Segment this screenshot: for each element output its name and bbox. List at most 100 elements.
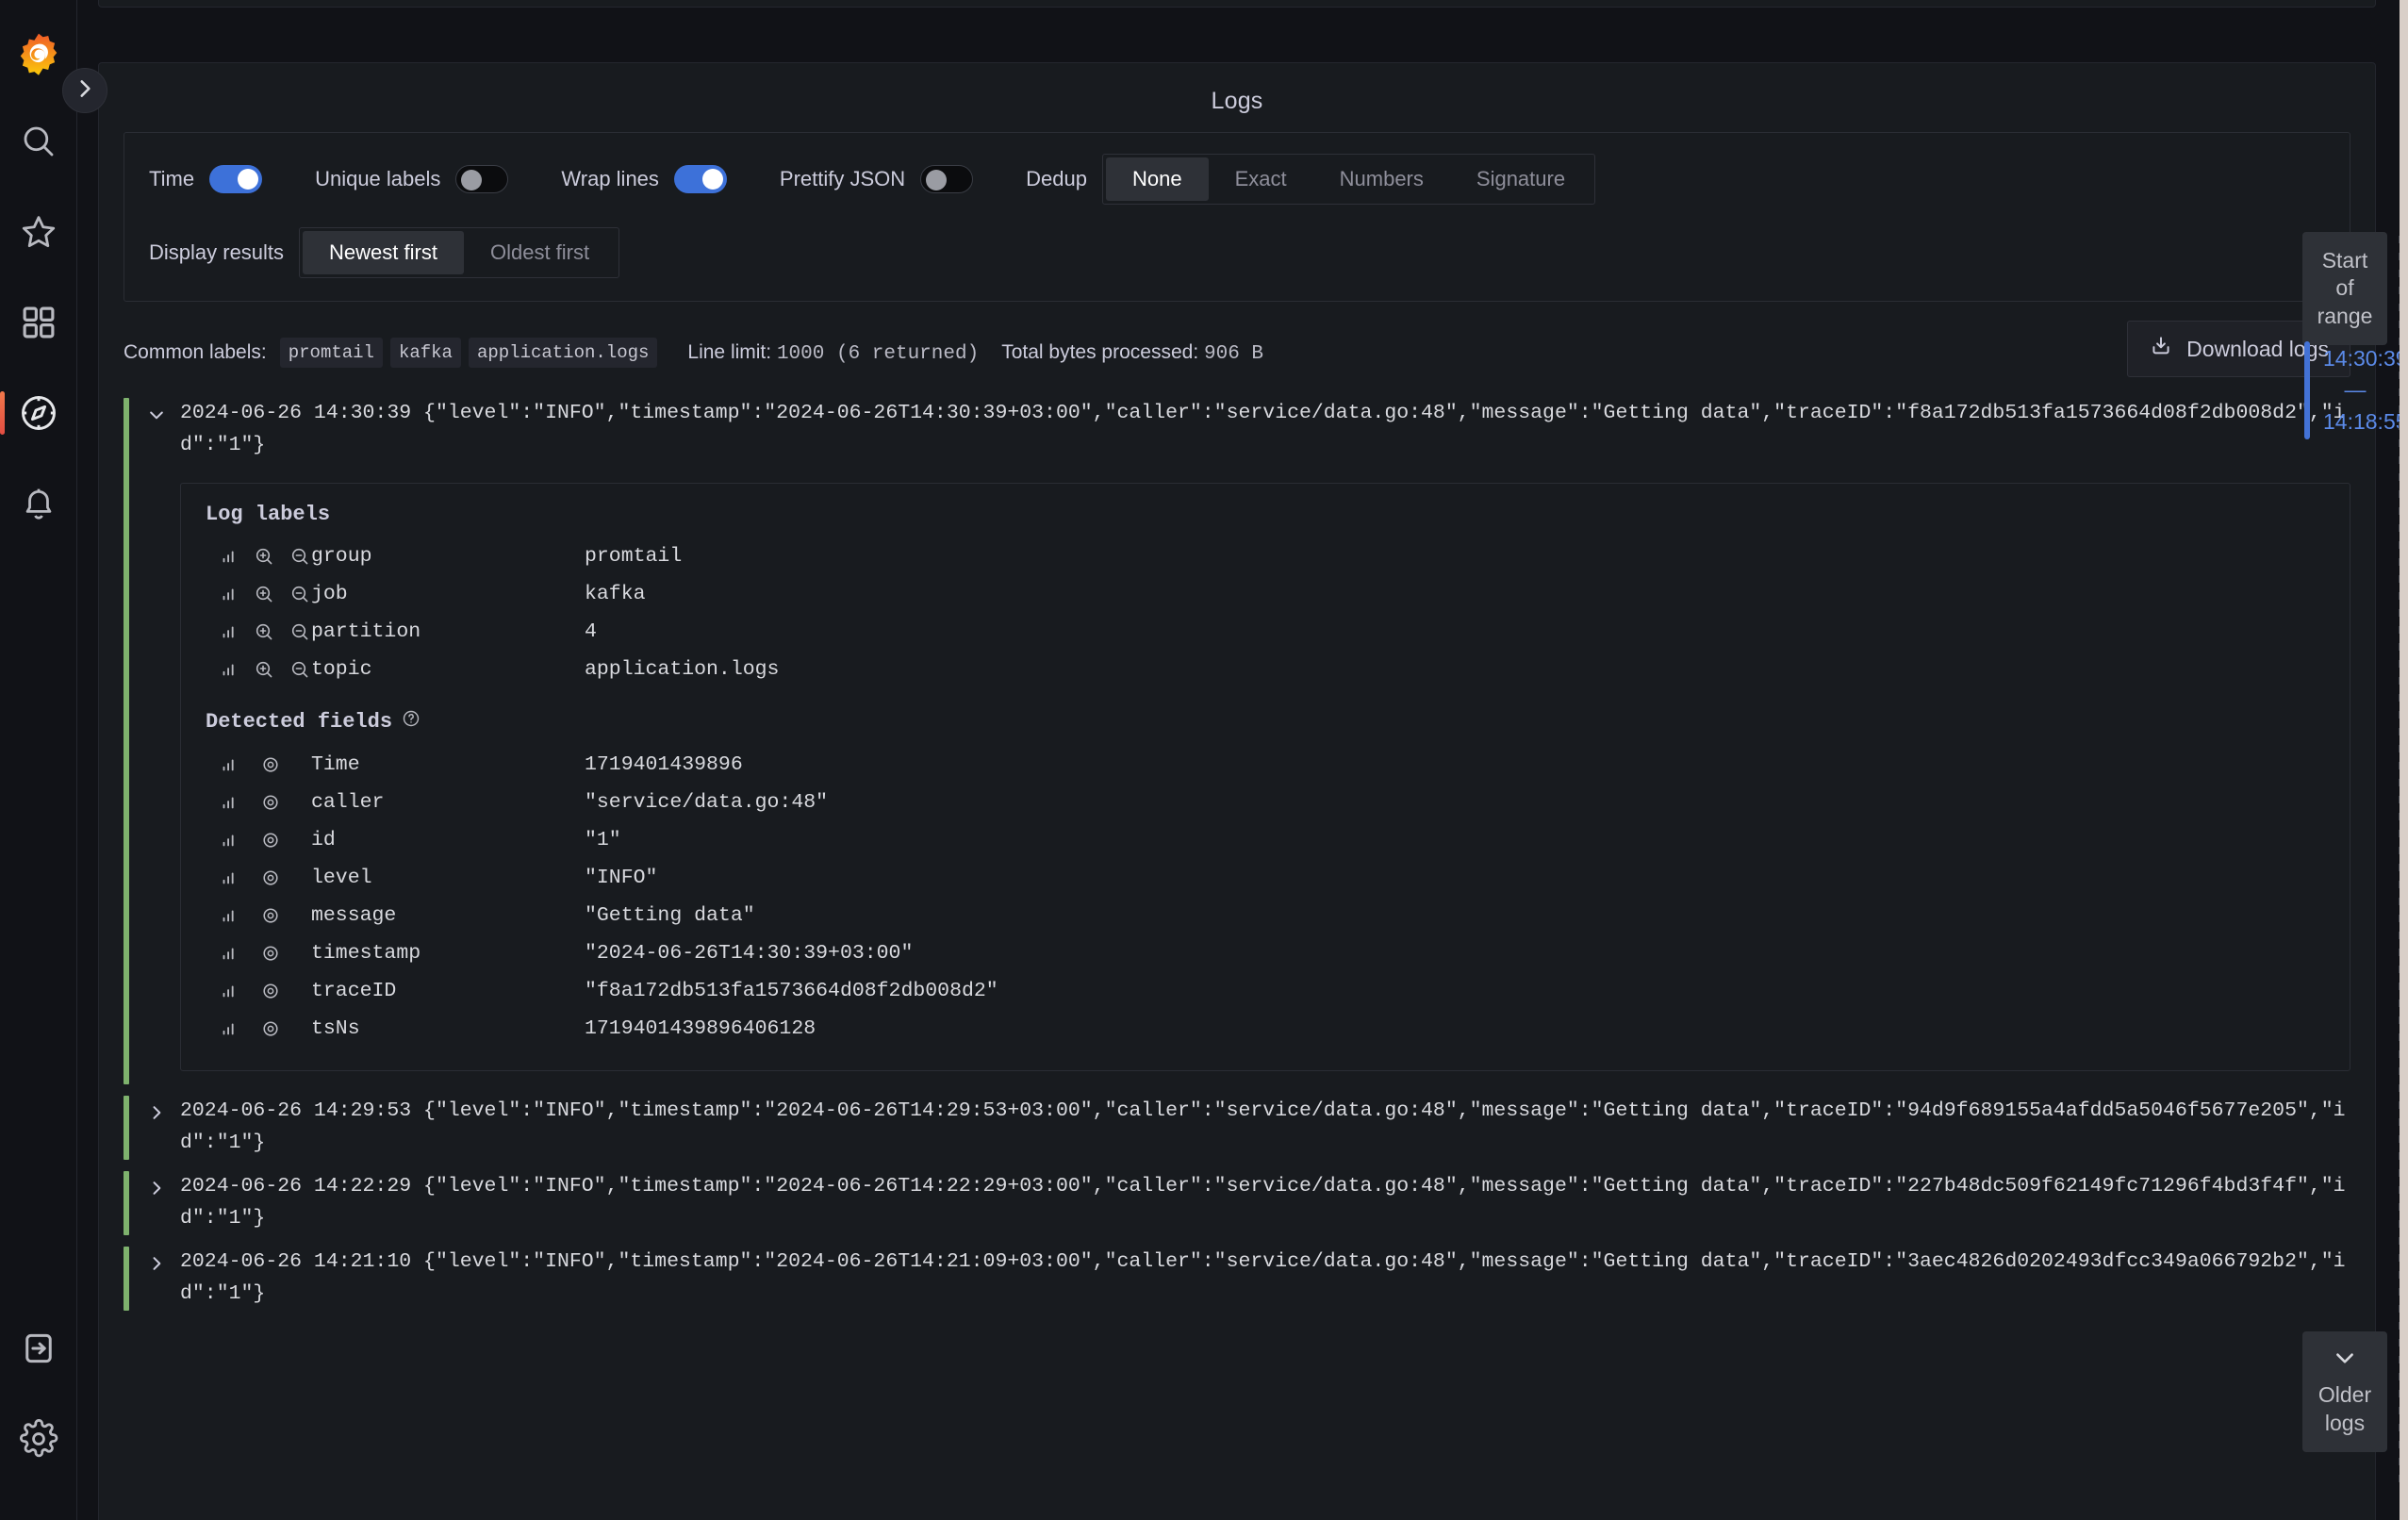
total-bytes-meta: Total bytes processed: 906 B xyxy=(1001,341,1263,365)
detected-field-actions xyxy=(206,1018,311,1039)
toggle-time[interactable]: Time xyxy=(149,165,263,193)
detected-field-value: "Getting data" xyxy=(585,903,755,927)
stats-icon[interactable] xyxy=(219,584,239,604)
stats-icon[interactable] xyxy=(219,792,239,813)
toggle-wrap-lines[interactable]: Wrap lines xyxy=(561,165,727,193)
eye-icon[interactable] xyxy=(260,905,281,926)
log-expand-toggle[interactable] xyxy=(146,1096,167,1127)
zoom-out-icon[interactable] xyxy=(289,545,311,568)
zoom-out-icon[interactable] xyxy=(289,658,311,681)
log-expand-toggle[interactable] xyxy=(146,1171,167,1202)
log-entry-body: 2024-06-26 14:29:53 {"level":"INFO","tim… xyxy=(167,1096,2350,1160)
toggle-time-switch[interactable] xyxy=(209,165,263,193)
stats-icon[interactable] xyxy=(219,754,239,775)
chevron-down-icon xyxy=(2316,1347,2374,1374)
stats-icon[interactable] xyxy=(219,546,239,567)
log-label-actions xyxy=(206,545,311,568)
sidebar-item-alerting[interactable] xyxy=(0,458,77,549)
eye-icon[interactable] xyxy=(260,792,281,813)
dedup-option-exact[interactable]: Exact xyxy=(1209,157,1313,201)
zoom-out-icon[interactable] xyxy=(289,620,311,643)
display-results-option-oldest-first[interactable]: Oldest first xyxy=(464,231,616,274)
dedup-radio-group[interactable]: None Exact Numbers Signature xyxy=(1102,154,1596,205)
eye-icon[interactable] xyxy=(260,830,281,851)
zoom-out-icon[interactable] xyxy=(289,583,311,605)
log-message: {"level":"INFO","timestamp":"2024-06-26T… xyxy=(180,1099,2346,1154)
toggle-prettify-json-switch[interactable] xyxy=(920,165,974,193)
sidebar-nav xyxy=(0,0,77,1520)
time-range-marker[interactable]: 14:30:39 — 14:18:55 xyxy=(2304,341,2408,440)
dedup-option-signature[interactable]: Signature xyxy=(1450,157,1592,201)
detected-field-key: message xyxy=(311,903,397,927)
eye-icon[interactable] xyxy=(260,1018,281,1039)
older-logs-button[interactable]: Older logs xyxy=(2302,1330,2387,1452)
start-of-range-button[interactable]: Start of range xyxy=(2302,232,2387,346)
log-label-row: partition 4 xyxy=(206,613,2325,651)
eye-icon[interactable] xyxy=(260,867,281,888)
log-row[interactable]: 2024-06-26 14:22:29 {"level":"INFO","tim… xyxy=(124,1165,2350,1241)
range-times: 14:30:39 — 14:18:55 xyxy=(2323,341,2408,439)
stats-icon[interactable] xyxy=(219,867,239,888)
stats-icon[interactable] xyxy=(219,659,239,680)
log-expand-toggle[interactable] xyxy=(146,1247,167,1278)
log-label-actions xyxy=(206,658,311,681)
detected-fields-header: Detected fields xyxy=(206,709,2325,735)
sidebar-item-explore[interactable] xyxy=(0,368,77,458)
expand-sidebar-button[interactable] xyxy=(62,68,107,113)
total-bytes-label: Total bytes processed: xyxy=(1001,340,1199,363)
detected-field-value: "f8a172db513fa1573664d08f2db008d2" xyxy=(585,979,998,1002)
common-label-chip[interactable]: kafka xyxy=(389,338,461,368)
toggle-wrap-lines-switch[interactable] xyxy=(673,165,727,193)
detected-field-key: level xyxy=(311,866,372,889)
display-results-radio-group[interactable]: Newest first Oldest first xyxy=(299,227,620,278)
toggle-prettify-json[interactable]: Prettify JSON xyxy=(780,165,974,193)
stats-icon[interactable] xyxy=(219,943,239,964)
log-level-indicator xyxy=(124,398,129,1084)
zoom-in-icon[interactable] xyxy=(253,583,275,605)
sidebar-item-configuration[interactable] xyxy=(0,1394,77,1484)
sign-in-icon xyxy=(19,1329,58,1368)
sidebar-item-starred[interactable] xyxy=(0,187,77,277)
stats-icon[interactable] xyxy=(219,1018,239,1039)
detected-field-value: "service/data.go:48" xyxy=(585,790,829,814)
toggle-unique-labels-switch[interactable] xyxy=(455,165,509,193)
eye-icon[interactable] xyxy=(260,943,281,964)
dedup-group: Dedup None Exact Numbers Signature xyxy=(1026,154,1596,205)
zoom-in-icon[interactable] xyxy=(253,620,275,643)
log-entry-body: 2024-06-26 14:21:10 {"level":"INFO","tim… xyxy=(167,1247,2350,1311)
display-results-option-newest-first[interactable]: Newest first xyxy=(303,231,464,274)
common-label-chip[interactable]: application.logs xyxy=(468,338,658,368)
sidebar-item-dashboards[interactable] xyxy=(0,277,77,368)
search-icon xyxy=(19,122,58,161)
detected-field-key: tsNs xyxy=(311,1016,360,1040)
eye-icon[interactable] xyxy=(260,981,281,1001)
detected-field-value: 1719401439896 xyxy=(585,752,743,776)
eye-icon[interactable] xyxy=(260,754,281,775)
stats-icon[interactable] xyxy=(219,905,239,926)
log-label-value: promtail xyxy=(585,544,683,568)
zoom-in-icon[interactable] xyxy=(253,658,275,681)
sidebar-item-sign-in[interactable] xyxy=(0,1303,77,1394)
log-row[interactable]: 2024-06-26 14:21:10 {"level":"INFO","tim… xyxy=(124,1241,2350,1316)
zoom-in-icon[interactable] xyxy=(253,545,275,568)
detected-field-value: "1" xyxy=(585,828,621,851)
stats-icon[interactable] xyxy=(219,830,239,851)
detected-field-row: Time 1719401439896 xyxy=(206,746,2325,784)
log-label-key: job xyxy=(311,582,348,605)
log-expand-toggle[interactable] xyxy=(146,398,167,429)
apps-grid-icon xyxy=(19,303,58,342)
sidebar-item-search[interactable] xyxy=(0,96,77,187)
panel-above-stub xyxy=(98,0,2376,8)
log-label-value: 4 xyxy=(585,620,597,643)
toggle-unique-labels[interactable]: Unique labels xyxy=(315,165,509,193)
log-row[interactable]: 2024-06-26 14:30:39 {"level":"INFO","tim… xyxy=(124,392,2350,1090)
dedup-option-none[interactable]: None xyxy=(1106,157,1209,201)
detected-field-actions xyxy=(206,981,311,1001)
stats-icon[interactable] xyxy=(219,621,239,642)
display-results-label: Display results xyxy=(149,240,285,264)
help-circle-icon[interactable] xyxy=(402,709,421,735)
dedup-option-numbers[interactable]: Numbers xyxy=(1313,157,1450,201)
stats-icon[interactable] xyxy=(219,981,239,1001)
log-row[interactable]: 2024-06-26 14:29:53 {"level":"INFO","tim… xyxy=(124,1090,2350,1165)
common-label-chip[interactable]: promtail xyxy=(279,338,383,368)
